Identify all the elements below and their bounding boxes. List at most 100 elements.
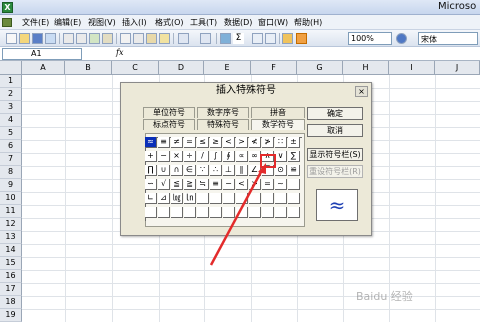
column-header-h[interactable]: H — [343, 61, 389, 75]
tab-math-symbols[interactable]: 数学符号 — [251, 119, 305, 130]
symbol-cell[interactable] — [184, 207, 196, 218]
symbol-cell[interactable]: ≮ — [249, 137, 261, 148]
symbol-cell[interactable] — [197, 207, 209, 218]
symbol-cell[interactable]: ∷ — [275, 137, 287, 148]
symbol-cell[interactable]: × — [171, 151, 183, 162]
row-header[interactable]: 7 — [0, 153, 22, 166]
symbol-cell[interactable]: ÷ — [184, 151, 196, 162]
symbol-cell[interactable]: ⊿ — [158, 193, 170, 204]
menu-edit[interactable]: 编辑(E) — [54, 17, 81, 28]
symbol-cell[interactable] — [171, 207, 183, 218]
symbol-cell[interactable] — [145, 207, 157, 218]
open-folder-icon[interactable] — [19, 33, 30, 44]
chart-wizard-icon[interactable] — [282, 33, 293, 44]
tab-pinyin[interactable]: 拼音 — [251, 107, 305, 118]
paste-icon[interactable] — [146, 33, 157, 44]
symbol-cell[interactable] — [197, 193, 209, 204]
column-header-c[interactable]: C — [112, 61, 159, 75]
symbol-cell[interactable]: ≈ — [145, 137, 157, 148]
symbol-cell[interactable]: + — [145, 151, 157, 162]
row-header[interactable]: 6 — [0, 140, 22, 153]
column-header-a[interactable]: A — [22, 61, 65, 75]
symbol-cell[interactable]: − — [223, 179, 235, 190]
permission-icon[interactable] — [45, 33, 56, 44]
select-all-corner[interactable] — [0, 61, 22, 75]
symbol-cell[interactable] — [288, 179, 300, 190]
symbol-cell[interactable]: ㏒ — [171, 193, 183, 204]
row-header[interactable]: 19 — [0, 309, 22, 322]
symbol-cell[interactable]: ≠ — [171, 137, 183, 148]
close-icon[interactable]: × — [355, 86, 368, 97]
row-header[interactable]: 13 — [0, 231, 22, 244]
row-header[interactable]: 9 — [0, 179, 22, 192]
symbol-cell[interactable] — [158, 207, 170, 218]
symbol-cell[interactable]: √ — [158, 179, 170, 190]
symbol-cell[interactable]: ⊙ — [275, 165, 287, 176]
symbol-cell[interactable]: / — [197, 151, 209, 162]
symbol-cell[interactable]: ∟ — [145, 193, 157, 204]
symbol-cell[interactable]: ∑ — [288, 151, 300, 162]
insert-function-icon[interactable]: fx — [116, 48, 123, 57]
symbol-cell[interactable] — [236, 207, 248, 218]
research-icon[interactable] — [102, 33, 113, 44]
symbol-cell[interactable]: ∝ — [236, 151, 248, 162]
symbol-cell[interactable]: ≡ — [158, 137, 170, 148]
symbol-cell[interactable]: ∴ — [210, 165, 222, 176]
symbol-cell[interactable] — [210, 193, 222, 204]
row-header[interactable]: 2 — [0, 88, 22, 101]
symbol-cell[interactable]: ⊥ — [223, 165, 235, 176]
symbol-cell[interactable] — [288, 207, 300, 218]
menu-view[interactable]: 视图(V) — [88, 17, 116, 28]
symbol-cell[interactable]: ∥ — [236, 165, 248, 176]
symbol-cell[interactable] — [236, 193, 248, 204]
symbol-cell[interactable] — [288, 193, 300, 204]
symbol-cell[interactable] — [275, 193, 287, 204]
tab-special-symbols[interactable]: 特殊符号 — [197, 119, 249, 130]
name-box[interactable]: A1 — [2, 48, 82, 60]
print-preview-icon[interactable] — [76, 33, 87, 44]
row-header[interactable]: 12 — [0, 218, 22, 231]
symbol-cell[interactable]: < — [223, 137, 235, 148]
row-header[interactable]: 14 — [0, 244, 22, 257]
row-header[interactable]: 15 — [0, 257, 22, 270]
copy-icon[interactable] — [133, 33, 144, 44]
column-header-g[interactable]: G — [297, 61, 343, 75]
undo-icon[interactable] — [178, 33, 189, 44]
symbol-cell[interactable]: ≯ — [262, 137, 274, 148]
symbol-cell[interactable]: ≤ — [197, 137, 209, 148]
format-painter-icon[interactable] — [159, 33, 170, 44]
hyperlink-icon[interactable] — [220, 33, 231, 44]
menu-tools[interactable]: 工具(T) — [190, 17, 217, 28]
row-header[interactable]: 11 — [0, 205, 22, 218]
symbol-cell[interactable] — [223, 207, 235, 218]
menu-format[interactable]: 格式(O) — [155, 17, 184, 28]
drawing-icon[interactable] — [296, 33, 307, 44]
menu-data[interactable]: 数据(D) — [224, 17, 252, 28]
row-header[interactable]: 3 — [0, 101, 22, 114]
row-header[interactable]: 10 — [0, 192, 22, 205]
symbol-cell[interactable]: ∪ — [158, 165, 170, 176]
ok-button[interactable]: 确定 — [307, 107, 363, 120]
symbol-cell[interactable]: ≦ — [171, 179, 183, 190]
symbol-cell[interactable]: ∨ — [275, 151, 287, 162]
symbol-cell[interactable] — [249, 207, 261, 218]
symbol-cell[interactable]: ∽ — [145, 179, 157, 190]
symbol-cell[interactable]: ≒ — [197, 179, 209, 190]
symbol-cell[interactable] — [262, 207, 274, 218]
tab-number-symbols[interactable]: 数字序号 — [197, 107, 249, 118]
column-header-i[interactable]: I — [389, 61, 435, 75]
symbol-cell[interactable]: > — [249, 179, 261, 190]
row-header[interactable]: 8 — [0, 166, 22, 179]
redo-icon[interactable] — [200, 33, 211, 44]
symbol-cell[interactable]: − — [158, 151, 170, 162]
tab-punctuation[interactable]: 标点符号 — [143, 119, 195, 130]
new-file-icon[interactable] — [6, 33, 17, 44]
symbol-cell[interactable]: ≥ — [210, 137, 222, 148]
symbol-cell[interactable]: ∵ — [197, 165, 209, 176]
symbol-cell[interactable]: ∈ — [184, 165, 196, 176]
symbol-cell[interactable]: > — [236, 137, 248, 148]
row-header[interactable]: 1 — [0, 75, 22, 88]
symbol-cell[interactable]: ~ — [275, 179, 287, 190]
menu-window[interactable]: 窗口(W) — [258, 17, 288, 28]
symbol-cell[interactable] — [275, 207, 287, 218]
